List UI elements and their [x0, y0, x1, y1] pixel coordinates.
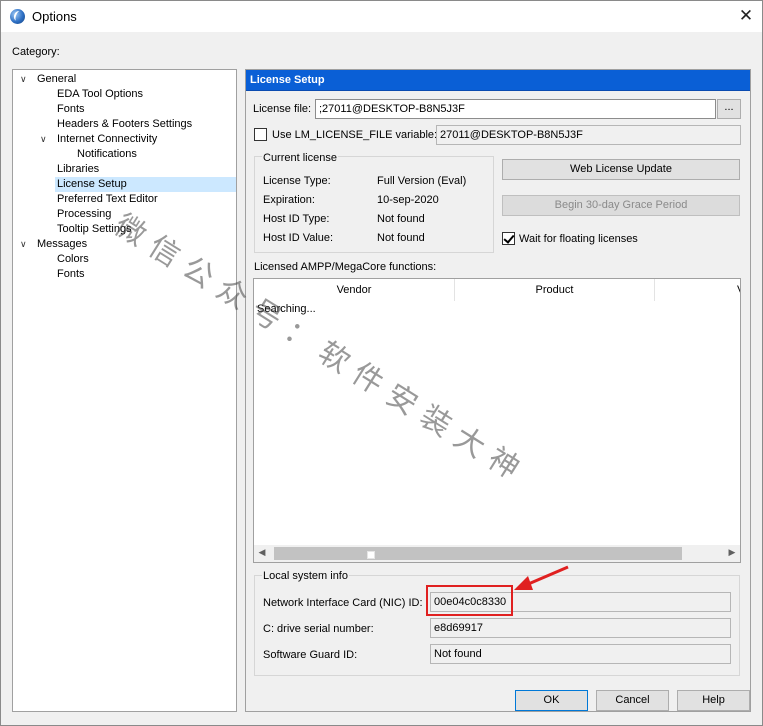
annotation-arrow-icon — [514, 565, 569, 590]
annotation-box — [426, 585, 513, 616]
use-env-label: Use LM_LICENSE_FILE variable: — [272, 129, 438, 141]
help-button[interactable]: Help — [677, 690, 750, 711]
tree-item-headers-footers[interactable]: Headers & Footers Settings — [57, 117, 192, 132]
cancel-button[interactable]: Cancel — [596, 690, 669, 711]
nic-id-label: Network Interface Card (NIC) ID: — [263, 597, 423, 609]
horizontal-scrollbar[interactable]: ◀ ▶ — [254, 545, 740, 562]
host-id-value-label: Host ID Value: — [263, 232, 334, 244]
chevron-down-icon[interactable]: ∨ — [20, 75, 30, 85]
panel-header: License Setup — [246, 70, 750, 91]
current-license-title: Current license — [262, 152, 338, 164]
wait-floating-checkbox[interactable] — [502, 232, 515, 245]
tree-item-preferred-text-editor[interactable]: Preferred Text Editor — [57, 192, 158, 207]
wait-floating-label: Wait for floating licenses — [519, 233, 638, 245]
chevron-down-icon[interactable]: ∨ — [20, 240, 30, 250]
searching-text: Searching... — [257, 303, 316, 315]
scroll-left-icon[interactable]: ◀ — [256, 547, 268, 560]
tree-item-internet-connectivity[interactable]: Internet Connectivity — [57, 132, 157, 147]
tree-item-message-fonts[interactable]: Fonts — [57, 267, 85, 282]
window-title: Options — [32, 9, 77, 24]
options-window: Options ✕ Category: ∨ General EDA Tool O… — [0, 0, 763, 726]
expiration-label: Expiration: — [263, 194, 315, 206]
close-icon[interactable]: ✕ — [735, 5, 757, 27]
ok-button[interactable]: OK — [515, 690, 588, 711]
title-bar[interactable]: Options ✕ — [1, 1, 762, 32]
host-id-value-value: Not found — [377, 232, 425, 244]
drive-serial-label: C: drive serial number: — [263, 623, 374, 635]
tree-item-libraries[interactable]: Libraries — [57, 162, 99, 177]
grip-icon — [367, 551, 375, 559]
functions-table[interactable]: Vendor Product V Searching... ◀ ▶ — [253, 278, 741, 563]
license-file-label: License file: — [253, 103, 312, 115]
tree-item-fonts[interactable]: Fonts — [57, 102, 85, 117]
license-file-input[interactable]: ;27011@DESKTOP-B8N5J3F — [315, 99, 716, 119]
category-tree[interactable]: ∨ General EDA Tool Options Fonts Headers… — [12, 69, 237, 712]
tree-item-processing[interactable]: Processing — [57, 207, 111, 222]
tree-item-messages[interactable]: Messages — [37, 237, 87, 252]
chevron-down-icon[interactable]: ∨ — [40, 135, 50, 145]
local-system-info-title: Local system info — [262, 570, 349, 582]
tree-item-tooltip-settings[interactable]: Tooltip Settings — [57, 222, 132, 237]
drive-serial-field: e8d69917 — [430, 618, 731, 638]
category-label: Category: — [12, 46, 60, 58]
scroll-right-icon[interactable]: ▶ — [726, 547, 738, 560]
tree-item-colors[interactable]: Colors — [57, 252, 89, 267]
globe-icon — [10, 9, 25, 24]
env-value-field: 27011@DESKTOP-B8N5J3F — [436, 125, 741, 145]
column-vendor[interactable]: Vendor — [254, 279, 455, 301]
host-id-type-label: Host ID Type: — [263, 213, 330, 225]
functions-label: Licensed AMPP/MegaCore functions: — [254, 261, 437, 273]
use-env-checkbox[interactable] — [254, 128, 267, 141]
license-type-value: Full Version (Eval) — [377, 175, 467, 187]
tree-item-general[interactable]: General — [37, 72, 76, 87]
tree-item-license-setup[interactable]: License Setup — [55, 177, 236, 192]
web-license-update-button[interactable]: Web License Update — [502, 159, 740, 180]
software-guard-label: Software Guard ID: — [263, 649, 358, 661]
tree-item-notifications[interactable]: Notifications — [77, 147, 137, 162]
software-guard-field: Not found — [430, 644, 731, 664]
browse-button[interactable]: ... — [717, 99, 741, 119]
column-product[interactable]: Product — [455, 279, 655, 301]
license-type-label: License Type: — [263, 175, 331, 187]
scroll-thumb[interactable] — [274, 547, 682, 560]
tree-item-eda-tool-options[interactable]: EDA Tool Options — [57, 87, 143, 102]
expiration-value: 10-sep-2020 — [377, 194, 439, 206]
grace-period-button[interactable]: Begin 30-day Grace Period — [502, 195, 740, 216]
column-version[interactable]: V — [655, 279, 740, 301]
host-id-type-value: Not found — [377, 213, 425, 225]
